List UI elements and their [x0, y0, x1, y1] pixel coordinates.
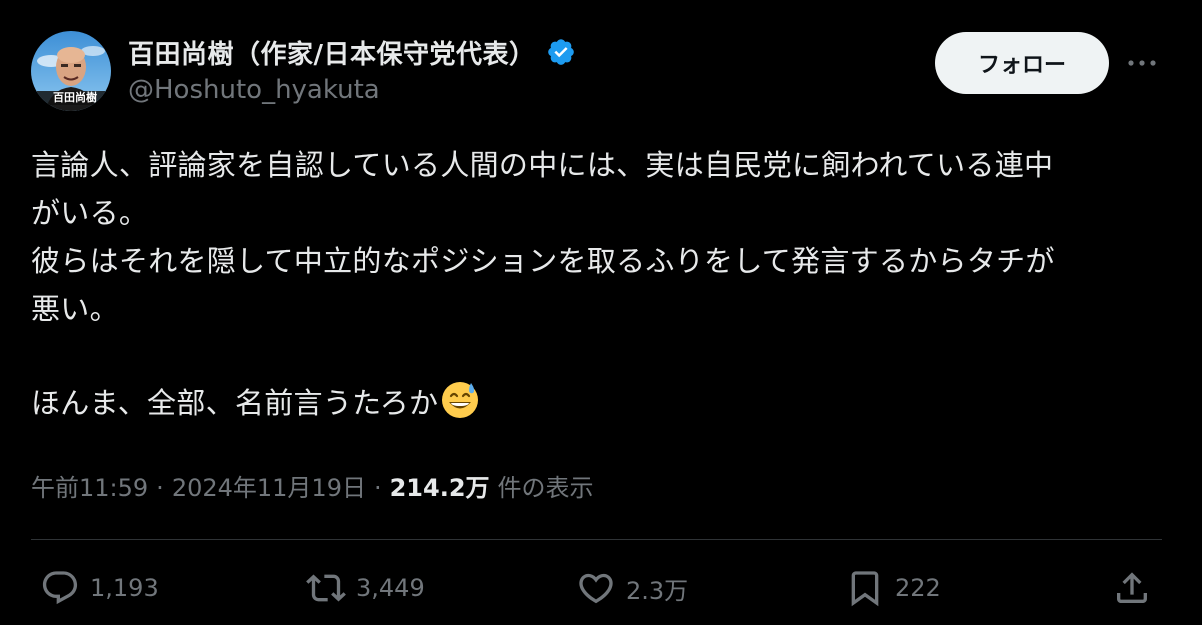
tweet-text-line: 悪い。 [31, 292, 119, 326]
repost-icon [306, 574, 346, 602]
avatar-caption: 百田尚樹 [53, 91, 97, 104]
tweet-text: 言論人、評論家を自認している人間の中には、実は自民党に飼われている連中 がいる。… [31, 141, 1181, 427]
reply-button[interactable]: 1,193 [40, 566, 159, 610]
bookmark-button[interactable]: 222 [845, 566, 941, 610]
author-display-name[interactable]: 百田尚樹（作家/日本保守党代表） [128, 34, 536, 71]
bookmark-count: 222 [895, 574, 941, 602]
author-name-row: 百田尚樹（作家/日本保守党代表） [128, 34, 576, 70]
tweet-time[interactable]: 午前11:59 [31, 468, 148, 503]
more-options-button[interactable] [1122, 48, 1162, 78]
heart-icon [579, 573, 613, 604]
tweet-text-last-line: ほんま、全部、名前言うたろか [31, 379, 1181, 427]
follow-button[interactable]: フォロー [935, 32, 1109, 94]
tweet-meta: 午前11:59 · 2024年11月19日 · 214.2万 件の表示 [31, 468, 594, 503]
tweet-text-line: 彼らはそれを隠して中立的なポジションを取るふりをして発言するからタチが [31, 244, 1055, 278]
like-count: 2.3万 [626, 576, 689, 605]
tweet-date[interactable]: 2024年11月19日 [172, 468, 366, 503]
grinning-face-with-sweat-icon [442, 382, 479, 418]
meta-separator: · [373, 474, 382, 502]
reply-count: 1,193 [90, 574, 159, 602]
views-count[interactable]: 214.2万 [390, 468, 490, 503]
like-button[interactable]: 2.3万 [576, 566, 688, 610]
reply-icon [42, 571, 78, 605]
author-handle[interactable]: @Hoshuto_hyakuta [128, 75, 380, 105]
share-icon [1117, 572, 1147, 603]
tweet-text-line: 言論人、評論家を自認している人間の中には、実は自民党に飼われている連中 [31, 148, 1054, 182]
avatar[interactable]: 百田尚樹 [31, 31, 111, 111]
repost-count: 3,449 [356, 574, 425, 602]
tweet-card: 百田尚樹 百田尚樹（作家/日本保守党代表） @Hoshuto_hyakuta フ… [0, 0, 1202, 625]
more-horizontal-icon [1128, 60, 1156, 66]
meta-separator: · [156, 474, 164, 502]
bookmark-icon [851, 571, 879, 607]
repost-button[interactable]: 3,449 [306, 566, 425, 610]
divider [31, 539, 1162, 540]
tweet-text-line: がいる。 [31, 196, 149, 230]
views-label: 件の表示 [497, 474, 594, 502]
share-button[interactable] [1112, 566, 1152, 610]
tweet-text-line: ほんま、全部、名前言うたろか [31, 386, 439, 420]
verified-badge-icon[interactable] [546, 37, 576, 67]
